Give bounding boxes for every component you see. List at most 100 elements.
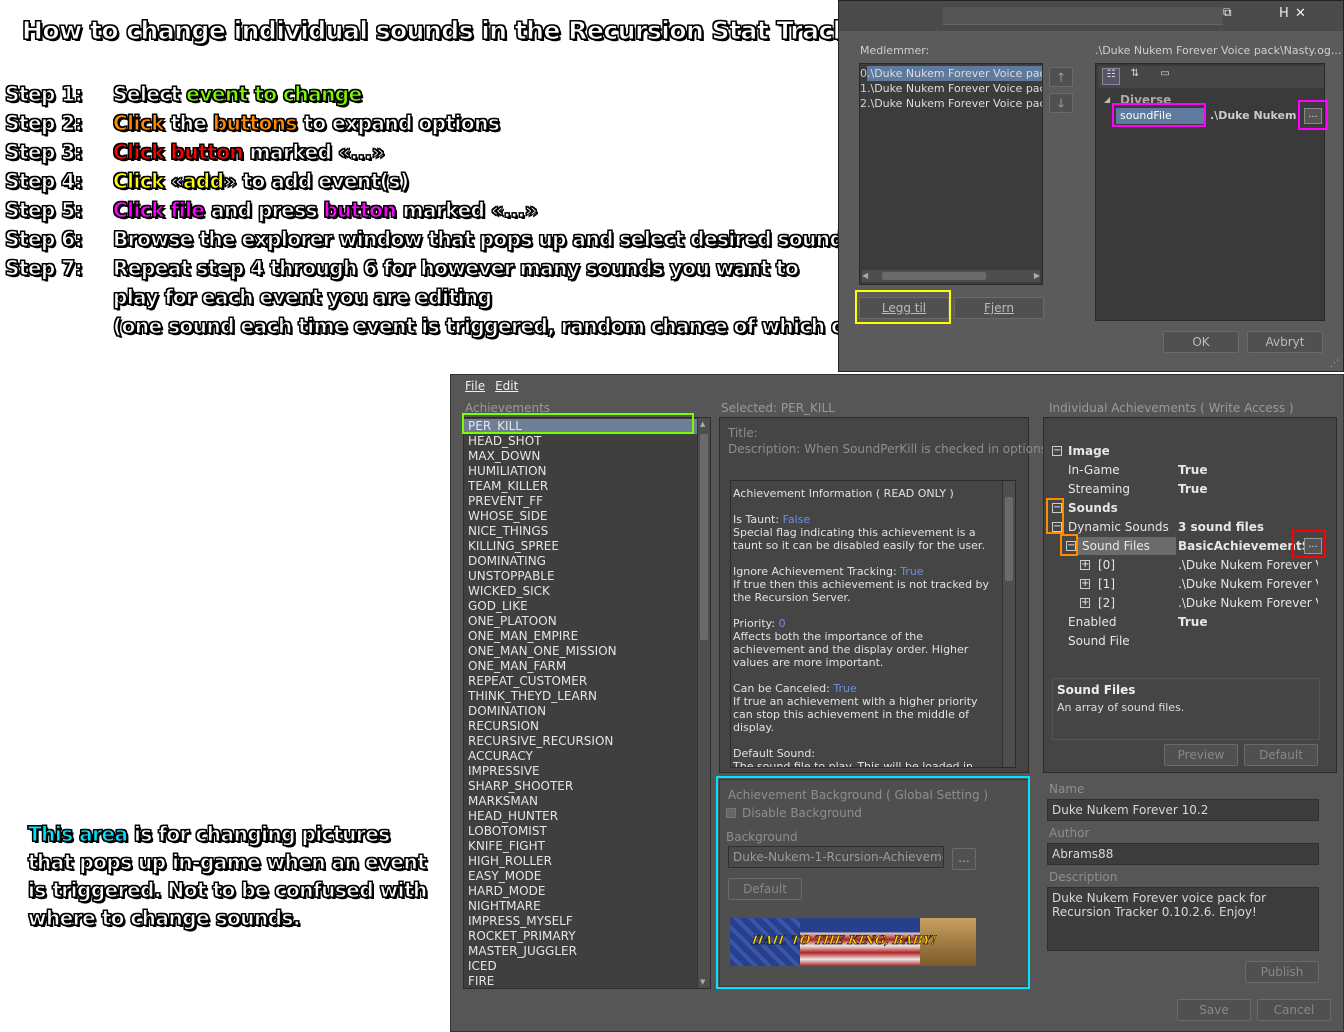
prop-dynamic-sounds[interactable]: − Dynamic Sounds 3 sound files xyxy=(1044,518,1336,537)
achievement-item[interactable]: MAX_DOWN xyxy=(464,449,698,464)
achievement-item[interactable]: HUMILIATION xyxy=(464,464,698,479)
achievement-item[interactable]: KILLING_SPREE xyxy=(464,539,698,554)
cancel-button[interactable]: Avbryt xyxy=(1247,331,1323,353)
achievement-item[interactable]: GOD_LIKE xyxy=(464,599,698,614)
members-hscroll[interactable]: ◀ ▶ xyxy=(862,270,1040,282)
achievement-item[interactable]: MASTER_JUGGLER xyxy=(464,944,698,959)
preview-button[interactable]: Preview xyxy=(1164,744,1238,766)
achievement-item[interactable]: ONE_MAN_EMPIRE xyxy=(464,629,698,644)
achievement-item[interactable]: RECURSIVE_RECURSION xyxy=(464,734,698,749)
prop-ingame[interactable]: In-Game True xyxy=(1044,461,1336,480)
info-scroll-thumb[interactable] xyxy=(1005,497,1013,581)
achievement-item[interactable]: ONE_PLATOON xyxy=(464,614,698,629)
member-item[interactable]: 0 .\Duke Nukem Forever Voice pac xyxy=(860,66,1042,81)
achievement-item[interactable]: ACCURACY xyxy=(464,749,698,764)
collapse-icon[interactable]: ◢ xyxy=(1104,95,1110,104)
cat-image[interactable]: − Image xyxy=(1044,442,1336,461)
expand-item2-icon[interactable]: + xyxy=(1080,598,1090,608)
prop-item-1[interactable]: + [1] .\Duke Nukem Forever Voi xyxy=(1044,575,1336,594)
achievement-item[interactable]: TEAM_KILLER xyxy=(464,479,698,494)
achievement-item[interactable]: WHOSE_SIDE xyxy=(464,509,698,524)
achievement-item[interactable]: HIGH_ROLLER xyxy=(464,854,698,869)
publish-button[interactable]: Publish xyxy=(1245,961,1319,983)
expand-item1-icon[interactable]: + xyxy=(1080,579,1090,589)
achievement-item[interactable]: SHARP_SHOOTER xyxy=(464,779,698,794)
achievement-item[interactable]: UNSTOPPABLE xyxy=(464,569,698,584)
hscroll-thumb[interactable] xyxy=(882,272,986,280)
achievement-item[interactable]: THINK_THEYD_LEARN xyxy=(464,689,698,704)
restore-icon[interactable]: ⧉ xyxy=(1223,5,1232,20)
name-field[interactable]: Duke Nukem Forever 10.2 xyxy=(1047,799,1319,821)
achievement-item[interactable]: PER_KILL xyxy=(464,419,698,434)
close-button[interactable]: ✕ xyxy=(1295,6,1306,21)
achievement-item[interactable]: ROCKET_PRIMARY xyxy=(464,929,698,944)
achievements-scroll-thumb[interactable] xyxy=(700,434,708,640)
achievement-item[interactable]: ONE_MAN_ONE_MISSION xyxy=(464,644,698,659)
prop-soundfile-value[interactable]: .\Duke Nukem Fo xyxy=(1210,109,1300,122)
background-default-button[interactable]: Default xyxy=(728,878,802,900)
default-button[interactable]: Default xyxy=(1244,744,1318,766)
achievement-item[interactable]: NICE_THINGS xyxy=(464,524,698,539)
achievement-item[interactable]: FIRE xyxy=(464,974,698,989)
resize-grip-icon[interactable]: ⋰ xyxy=(1330,359,1339,369)
prop-item-2[interactable]: + [2] .\Duke Nukem Forever Voi xyxy=(1044,594,1336,613)
collapse-soundfiles-icon[interactable]: − xyxy=(1066,541,1076,551)
prop-streaming[interactable]: Streaming True xyxy=(1044,480,1336,499)
achievement-item[interactable]: HEAD_SHOT xyxy=(464,434,698,449)
member-item[interactable]: 2 .\Duke Nukem Forever Voice pac xyxy=(860,96,1042,111)
prop-soundfile[interactable]: soundFile xyxy=(1116,108,1206,124)
menu-file[interactable]: File xyxy=(465,379,485,393)
achievement-item[interactable]: IMPRESS_MYSELF xyxy=(464,914,698,929)
achievement-item[interactable]: REPEAT_CUSTOMER xyxy=(464,674,698,689)
achievement-item[interactable]: DOMINATING xyxy=(464,554,698,569)
prop-enabled[interactable]: Enabled True xyxy=(1044,613,1336,632)
achievement-item[interactable]: EASY_MODE xyxy=(464,869,698,884)
menu-edit[interactable]: Edit xyxy=(495,379,518,393)
browse-file-button[interactable]: ... xyxy=(1304,108,1322,124)
move-down-button[interactable]: 🡓 xyxy=(1049,93,1073,113)
prop-item-0[interactable]: + [0] .\Duke Nukem Forever Voi xyxy=(1044,556,1336,575)
collapse-image-icon[interactable]: − xyxy=(1052,446,1062,456)
achievement-item[interactable]: IMPRESSIVE xyxy=(464,764,698,779)
collapse-sounds-icon[interactable]: − xyxy=(1052,503,1062,513)
achievement-item[interactable]: DOMINATION xyxy=(464,704,698,719)
achievement-item[interactable]: KNIFE_FIGHT xyxy=(464,839,698,854)
collapse-dynamic-icon[interactable]: − xyxy=(1052,522,1062,532)
categorized-icon[interactable]: ☷ xyxy=(1102,68,1120,85)
scroll-down-icon[interactable]: ▼ xyxy=(700,978,705,986)
achievement-item[interactable]: PREVENT_FF xyxy=(464,494,698,509)
achievement-item[interactable]: LOBOTOMIST xyxy=(464,824,698,839)
member-item[interactable]: 1 .\Duke Nukem Forever Voice pac xyxy=(860,81,1042,96)
background-field[interactable]: Duke-Nukem-1-Rcursion-AchievementE xyxy=(728,846,944,868)
disable-background-checkbox[interactable] xyxy=(726,808,736,818)
scroll-right-icon[interactable]: ▶ xyxy=(1034,271,1040,280)
alphabetical-icon[interactable]: ⇅ xyxy=(1126,68,1144,85)
achievement-item[interactable]: WICKED_SICK xyxy=(464,584,698,599)
achievement-item[interactable]: HEAD_HUNTER xyxy=(464,809,698,824)
cat-sounds[interactable]: − Sounds xyxy=(1044,499,1336,518)
help-button[interactable]: H xyxy=(1279,6,1289,21)
achievement-item[interactable]: ONE_MAN_FARM xyxy=(464,659,698,674)
move-up-button[interactable]: 🡑 xyxy=(1049,67,1073,87)
prop-sound-files[interactable]: −Sound FilesBasicAchievementSou... xyxy=(1044,537,1336,556)
achievement-item[interactable]: RECURSION xyxy=(464,719,698,734)
info-scrollbar[interactable] xyxy=(1002,481,1015,767)
soundfiles-browse-button[interactable]: ... xyxy=(1304,538,1322,554)
background-browse-button[interactable]: ... xyxy=(952,848,976,870)
achievements-scrollbar[interactable]: ▲ ▼ xyxy=(697,418,710,988)
scroll-left-icon[interactable]: ◀ xyxy=(862,271,868,280)
add-button[interactable]: Legg til xyxy=(859,297,949,319)
ok-button[interactable]: OK xyxy=(1163,331,1239,353)
save-button[interactable]: Save xyxy=(1177,999,1251,1021)
description-field[interactable]: Duke Nukem Forever voice pack for Recurs… xyxy=(1047,887,1319,951)
prop-sound-file[interactable]: Sound File xyxy=(1044,632,1336,651)
scroll-up-icon[interactable]: ▲ xyxy=(700,420,705,428)
achievement-item[interactable]: ICED xyxy=(464,959,698,974)
achievement-item[interactable]: MARKSMAN xyxy=(464,794,698,809)
property-pages-icon[interactable]: ▭ xyxy=(1156,68,1174,85)
achievement-item[interactable]: NIGHTMARE xyxy=(464,899,698,914)
cancel-button[interactable]: Cancel xyxy=(1257,999,1331,1021)
expand-item0-icon[interactable]: + xyxy=(1080,560,1090,570)
remove-button[interactable]: Fjern xyxy=(954,297,1044,319)
achievement-item[interactable]: HARD_MODE xyxy=(464,884,698,899)
